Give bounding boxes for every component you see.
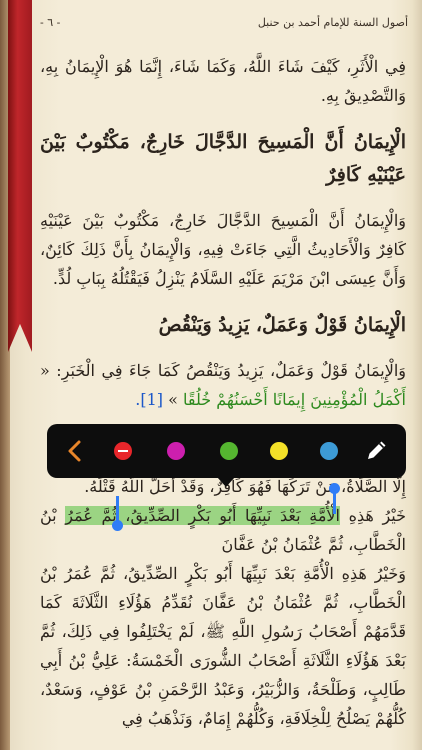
book-page: أصول السنة للإمام أحمد بن حنبل - ٦ - فِي… [0, 0, 422, 750]
footnote-link[interactable]: [1]. [135, 390, 163, 409]
highlight-blue-button[interactable] [320, 442, 338, 460]
hadith-text: أَكْمَلُ الْمُؤْمِنِينَ إِيمَانًا أَحْسَ… [183, 390, 406, 409]
remove-highlight-icon[interactable] [114, 442, 132, 460]
selected-text[interactable]: الْأُمَّةِ بَعْدَ نَبِيِّهَا أَبُو بَكْر… [65, 506, 340, 525]
page-content[interactable]: فِي الْأَثَرِ، كَيْفَ شَاءَ اللَّهُ، وَك… [40, 52, 406, 733]
paragraph-2: وَالْإِيمَانُ أَنَّ الْمَسِيحَ الدَّجَّا… [40, 211, 406, 288]
book-title: أصول السنة للإمام أحمد بن حنبل [257, 16, 408, 29]
selection-end-handle[interactable] [112, 496, 123, 531]
bookmark-ribbon[interactable] [8, 0, 32, 352]
highlight-green-button[interactable] [220, 442, 238, 460]
paragraph-5: خَيْرُ هَذِهِ الْأُمَّةِ بَعْدَ نَبِيِّه… [40, 501, 406, 559]
page-number: - ٦ - [40, 16, 61, 29]
paragraph-5-start: خَيْرُ هَذِهِ [339, 506, 407, 525]
page-header: أصول السنة للإمام أحمد بن حنبل - ٦ - [40, 12, 408, 34]
paragraph-6: وَخَيْرُ هَذِهِ الْأُمَّةِ بَعْدَ نَبِيِ… [40, 564, 407, 728]
paragraph-3-text: وَالْإِيمَانُ قَوْلٌ وَعَمَلٌ، يَزِيدُ و… [40, 361, 406, 380]
toolbar-pointer [217, 477, 235, 487]
highlight-toolbar [47, 424, 406, 487]
selection-start-handle[interactable] [329, 483, 340, 514]
paragraph-3: وَالْإِيمَانُ قَوْلٌ وَعَمَلٌ، يَزِيدُ و… [40, 356, 406, 414]
highlight-yellow-button[interactable] [270, 442, 288, 460]
section-heading-dajjal: الْإِيمَانُ أَنَّ الْمَسِيحَ الدَّجَّالَ… [40, 131, 406, 186]
section-heading-iman: الْإِيمَانُ قَوْلٌ وَعَمَلٌ، يَزِيدُ وَي… [158, 314, 406, 336]
pencil-icon[interactable] [365, 438, 389, 462]
highlight-magenta-button[interactable] [167, 442, 185, 460]
chevron-left-icon[interactable] [61, 437, 89, 465]
quote-close: » [168, 390, 178, 409]
paragraph-1: فِي الْأَثَرِ، كَيْفَ شَاءَ اللَّهُ، وَك… [40, 57, 406, 105]
